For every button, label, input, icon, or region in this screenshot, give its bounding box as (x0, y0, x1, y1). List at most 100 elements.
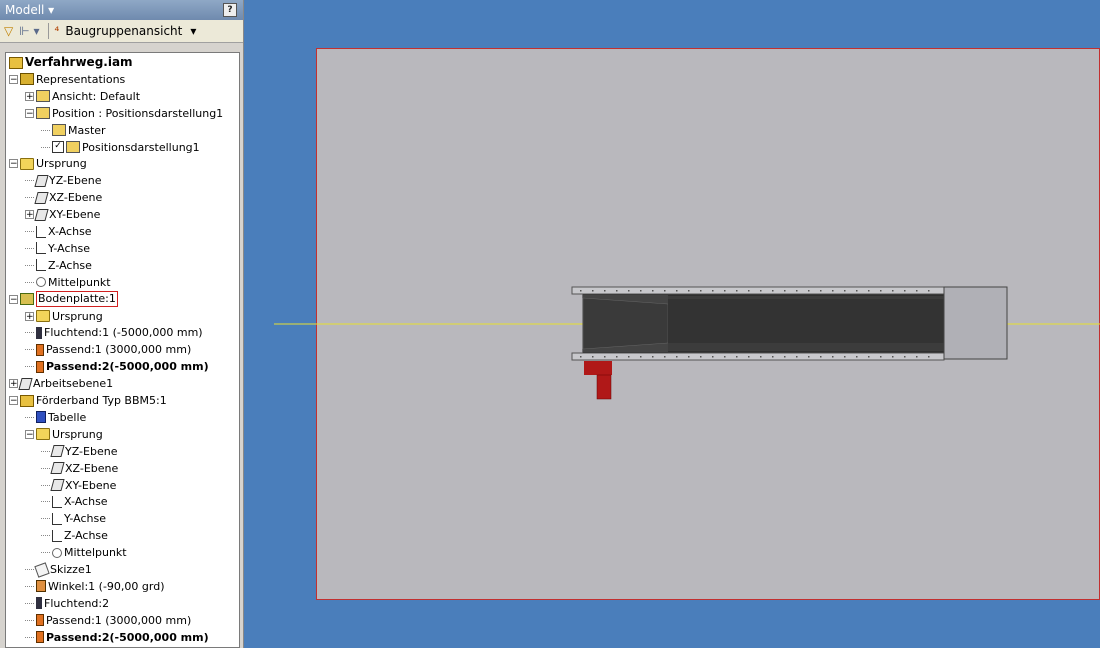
tree-node[interactable]: + XY-Ebene (25, 206, 100, 223)
tree-node[interactable]: XZ-Ebene (41, 460, 118, 477)
collapse-icon[interactable]: − (9, 159, 18, 169)
tree-connector (41, 477, 50, 486)
tree-node[interactable]: − Representations (9, 71, 125, 88)
tree-node-label: YZ-Ebene (65, 444, 118, 458)
flush-constraint-icon (36, 597, 42, 610)
tree-node[interactable]: − Ursprung (9, 155, 87, 172)
tree-node[interactable]: − Bodenplatte:1 (9, 291, 118, 308)
tree-connector (25, 358, 34, 368)
assembly-view-icon: ⁴ (54, 24, 60, 38)
tree-node-label: Y-Achse (64, 512, 106, 526)
point-icon (36, 277, 46, 288)
chevron-down-icon[interactable]: ▾ (190, 24, 196, 38)
tree-node[interactable]: Master (41, 122, 106, 139)
tree-node[interactable]: + Ansicht: Default (25, 88, 140, 105)
tree-connector (41, 460, 50, 469)
tree-node[interactable]: Y-Achse (41, 510, 106, 527)
mate-constraint-icon (36, 360, 44, 373)
expand-icon[interactable]: + (25, 210, 34, 220)
tree-node-label: XY-Ebene (65, 478, 117, 492)
tree-node[interactable]: Skizze1 (25, 561, 92, 578)
mate-constraint-icon (36, 631, 44, 644)
plane-icon (50, 479, 65, 491)
tree-connector (25, 595, 34, 604)
expand-icon[interactable]: + (25, 91, 34, 101)
collapse-icon[interactable]: − (9, 74, 18, 84)
tree-node[interactable]: Passend:1 (3000,000 mm) (25, 612, 191, 629)
tree-connector (25, 612, 34, 621)
tree-node-label: Passend:1 (3000,000 mm) (46, 343, 192, 357)
tree-node-label: Passend:2(-5000,000 mm) (46, 630, 209, 644)
tree-node-label: Passend:1 (3000,000 mm) (46, 613, 192, 627)
tree-node-label: Positionsdarstellung1 (82, 140, 200, 154)
panel-title-bar[interactable]: Modell ▾ ? (0, 0, 243, 20)
axis-icon (36, 225, 46, 238)
tree-node-label: YZ-Ebene (49, 174, 102, 188)
sketch-icon (34, 561, 50, 578)
tree-node[interactable]: XY-Ebene (41, 477, 116, 494)
tree-node[interactable]: Passend:1 (3000,000 mm) (25, 341, 191, 358)
tree-node[interactable]: + Arbeitsebene1 (9, 375, 113, 392)
plane-icon (34, 191, 49, 204)
mate-constraint-icon (36, 343, 44, 356)
plane-icon (50, 462, 65, 475)
tree-node[interactable]: X-Achse (25, 223, 92, 240)
tree-node[interactable]: − Position : Positionsdarstellung1 (25, 105, 223, 122)
tree-node-label: Ursprung (52, 427, 103, 441)
collapse-icon[interactable]: − (9, 396, 18, 406)
drawing-sheet[interactable] (316, 48, 1100, 600)
model-tree: Verfahrweg.iam − Representations + Ansicht: … (5, 52, 240, 648)
position-rep-icon (52, 124, 66, 137)
tree-connector (25, 324, 34, 334)
plane-icon (50, 445, 65, 458)
tree-node[interactable]: Passend:2(-5000,000 mm) (25, 629, 209, 646)
collapse-icon[interactable]: − (9, 294, 18, 304)
tree-node[interactable]: Fluchtend:1 (-5000,000 mm) (25, 324, 203, 341)
help-icon[interactable]: ? (223, 3, 237, 17)
tree-node-label: Z-Achse (64, 529, 108, 543)
tree-node[interactable]: Z-Achse (25, 257, 92, 274)
position-rep-icon (66, 141, 80, 153)
browser-toolbar: ▽ ⊩ ▾ ⁴ Baugruppenansicht ▾ (0, 20, 243, 43)
tree-node[interactable]: ✓ Positionsdarstellung1 (41, 139, 200, 156)
tree-node[interactable]: Fluchtend:2 (25, 595, 109, 612)
panel-title[interactable]: Modell ▾ (5, 3, 54, 17)
expand-icon[interactable]: + (9, 379, 18, 389)
collapse-icon[interactable]: − (25, 108, 34, 118)
plane-icon (34, 174, 49, 187)
tree-node-label: Position : Positionsdarstellung1 (52, 106, 224, 120)
tree-node[interactable]: − Ursprung (25, 426, 103, 443)
collapse-icon[interactable]: − (25, 429, 34, 439)
tree-node-label: Fluchtend:2 (44, 596, 110, 610)
plane-icon (18, 377, 33, 390)
tree-node[interactable]: + Ursprung (25, 308, 103, 325)
tree-connector (25, 172, 34, 182)
tree-node[interactable]: Tabelle (25, 409, 86, 426)
tree-connector (41, 122, 50, 131)
browser-view-selector[interactable]: Baugruppenansicht (65, 24, 182, 38)
tree-node[interactable]: X-Achse (41, 493, 108, 510)
tree-node[interactable]: Winkel:1 (-90,00 grd) (25, 578, 165, 595)
tree-node[interactable]: Y-Achse (25, 240, 90, 257)
part-icon (20, 293, 34, 306)
tree-node[interactable]: Passend:2(-5000,000 mm) (25, 358, 209, 375)
view-rep-icon (36, 90, 50, 103)
tree-node[interactable]: Mittelpunkt (41, 544, 127, 561)
tree-node-label: Winkel:1 (-90,00 grd) (48, 579, 165, 593)
tree-node[interactable]: − Förderband Typ BBM5:1 (9, 392, 167, 409)
tree-node[interactable]: YZ-Ebene (41, 443, 117, 460)
axis-icon (52, 495, 62, 508)
tree-node-label: Förderband Typ BBM5:1 (36, 394, 167, 407)
tree-node[interactable]: YZ-Ebene (25, 172, 101, 189)
tree-connector (25, 189, 34, 199)
expand-icon[interactable]: + (25, 311, 34, 321)
tree-connector (41, 527, 50, 537)
active-checkbox[interactable]: ✓ (52, 141, 64, 153)
tree-options-icon[interactable]: ⊩ ▾ (19, 24, 39, 38)
tree-node[interactable]: Verfahrweg.iam (9, 54, 133, 71)
filter-icon[interactable]: ▽ (4, 24, 13, 38)
tree-node[interactable]: Z-Achse (41, 527, 108, 544)
tree-node-label: XZ-Ebene (49, 191, 103, 205)
tree-node[interactable]: XZ-Ebene (25, 189, 102, 206)
tree-node[interactable]: Mittelpunkt (25, 274, 111, 291)
